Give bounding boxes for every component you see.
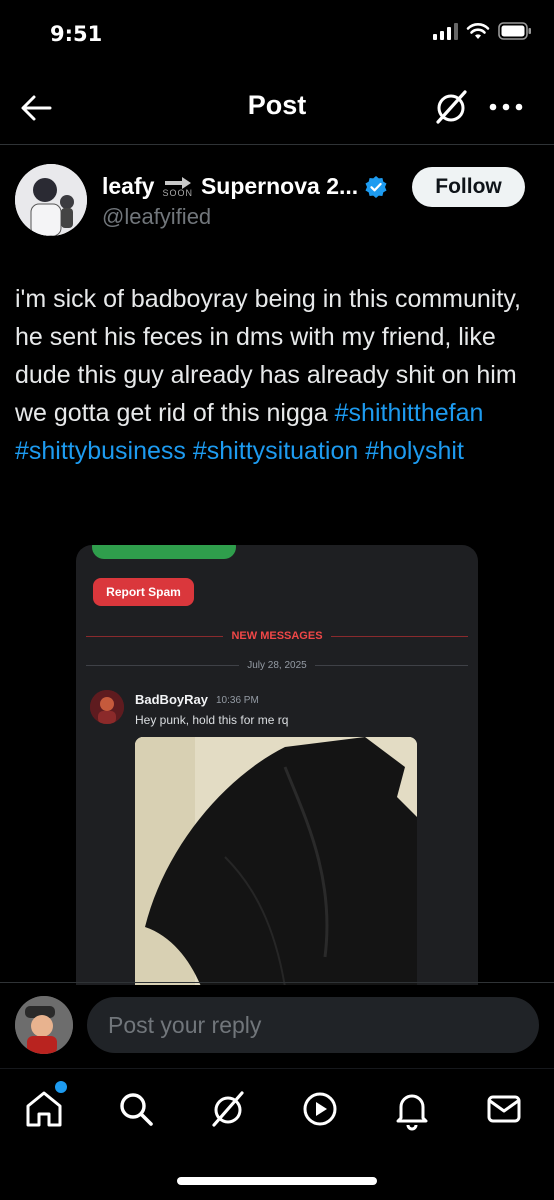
user-avatar[interactable] xyxy=(15,996,73,1054)
new-messages-divider: NEW MESSAGES xyxy=(86,627,469,645)
follow-button[interactable]: Follow xyxy=(412,167,525,207)
green-banner xyxy=(92,545,236,559)
soon-label: SOON xyxy=(162,187,193,198)
hashtag-link[interactable]: #shithitthefan xyxy=(335,399,484,427)
video-icon[interactable] xyxy=(298,1087,342,1131)
status-time: 9:51 xyxy=(50,22,103,46)
message-author: BadBoyRay xyxy=(135,692,208,707)
message-photo xyxy=(135,737,417,985)
bell-icon[interactable] xyxy=(390,1087,434,1131)
date-label: July 28, 2025 xyxy=(247,659,307,671)
reply-input[interactable]: Post your reply xyxy=(87,997,539,1053)
message-time: 10:36 PM xyxy=(216,695,259,706)
author-handle[interactable]: @leafyified xyxy=(102,204,211,230)
home-icon[interactable] xyxy=(22,1087,66,1131)
post-header: Post xyxy=(0,72,554,142)
report-spam-button: Report Spam xyxy=(93,578,194,606)
author-name-right: Supernova 2... xyxy=(200,173,359,199)
author-avatar[interactable] xyxy=(15,164,87,236)
grok-icon[interactable] xyxy=(432,88,470,126)
more-options-icon[interactable] xyxy=(488,98,524,116)
post-media[interactable]: Report Spam NEW MESSAGES July 28, 2025 B… xyxy=(76,545,478,985)
grok-icon[interactable] xyxy=(206,1087,250,1131)
page-title: Post xyxy=(247,90,307,120)
search-icon[interactable] xyxy=(114,1087,158,1131)
home-indicator xyxy=(177,1177,377,1185)
status-icons xyxy=(433,22,532,40)
date-separator: July 28, 2025 xyxy=(86,657,468,673)
soon-arrow-icon: SOON xyxy=(162,176,193,198)
author-name[interactable]: leafy SOON Supernova 2... xyxy=(102,173,388,200)
author-name-left: leafy xyxy=(102,173,155,199)
hashtag-link[interactable]: #shittysituation xyxy=(193,437,358,465)
verified-badge-icon xyxy=(365,175,387,198)
hashtag-link[interactable]: #shittybusiness xyxy=(15,437,186,465)
home-notification-dot xyxy=(55,1081,67,1093)
message-text: Hey punk, hold this for me rq xyxy=(135,713,289,727)
hashtag-link[interactable]: #holyshit xyxy=(365,437,464,465)
post-text: i'm sick of badboyray being in this comm… xyxy=(15,280,540,470)
battery-icon xyxy=(498,22,531,40)
message-avatar xyxy=(90,690,124,724)
bottom-nav xyxy=(0,1068,554,1200)
new-messages-label: NEW MESSAGES xyxy=(231,630,323,642)
mail-icon[interactable] xyxy=(482,1087,526,1131)
wifi-icon xyxy=(466,23,490,39)
reply-divider xyxy=(0,982,554,983)
status-bar: 9:51 xyxy=(0,0,554,72)
header-divider xyxy=(0,144,554,145)
signal-icon xyxy=(433,22,458,40)
